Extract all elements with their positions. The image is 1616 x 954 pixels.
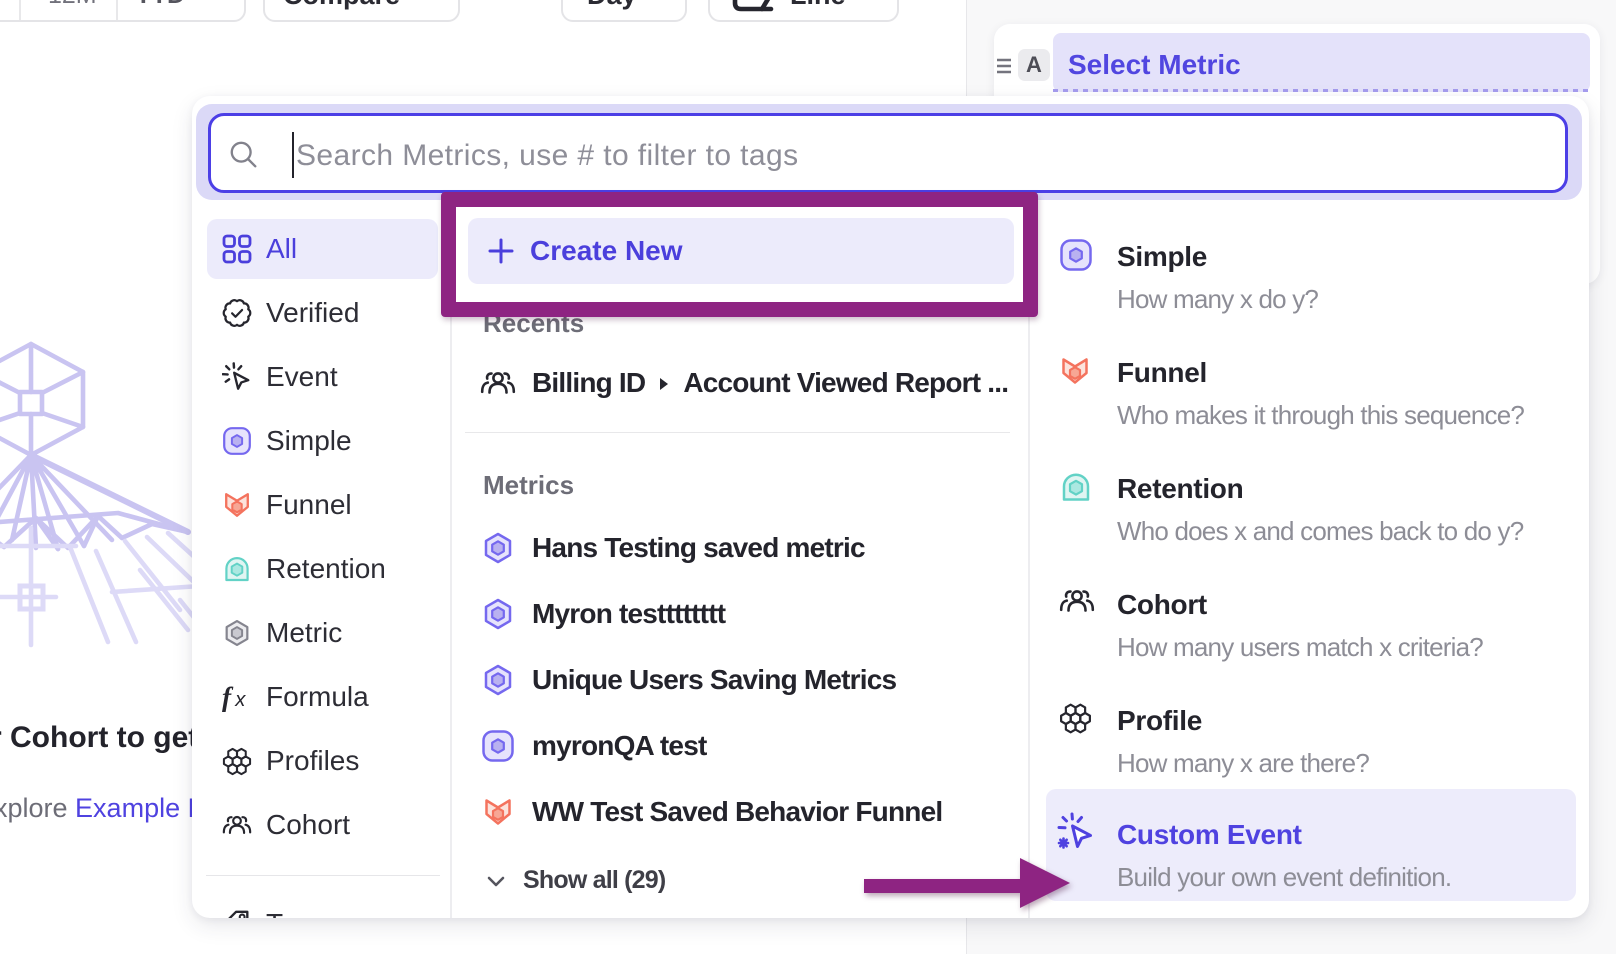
svg-text:f: f	[222, 682, 234, 712]
svg-text:x: x	[234, 689, 246, 711]
